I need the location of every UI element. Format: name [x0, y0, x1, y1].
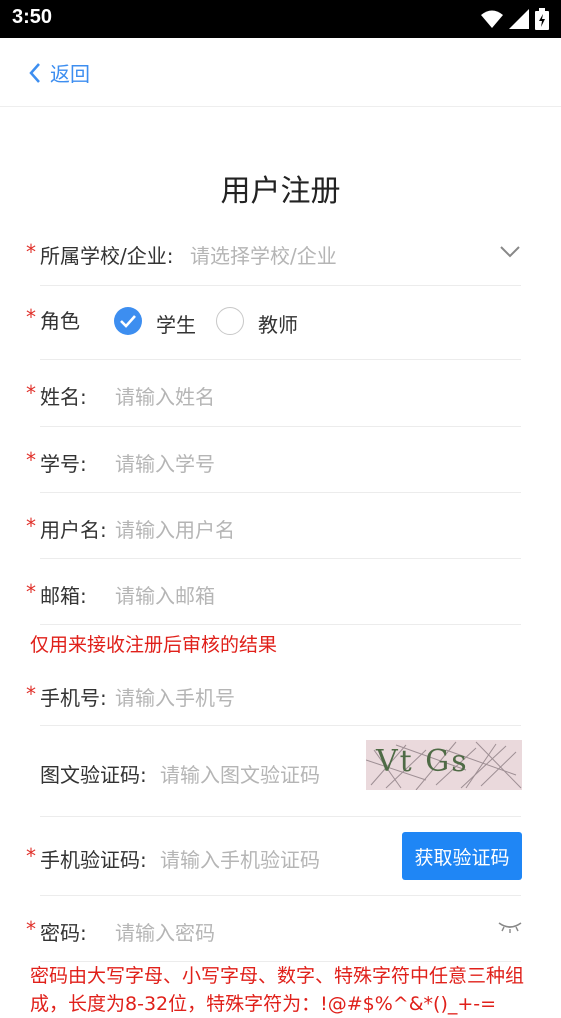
captcha-input[interactable]: 请输入图文验证码: [160, 759, 320, 788]
radio-student[interactable]: [114, 307, 142, 335]
captcha-label: 图文验证码:: [40, 763, 147, 787]
battery-icon: [535, 8, 549, 30]
nav-bar: 返回: [0, 38, 561, 107]
chevron-down-icon[interactable]: [500, 246, 520, 258]
signal-icon: [509, 9, 529, 29]
school-row[interactable]: * 所属学校/企业: 请选择学校/企业: [26, 228, 521, 286]
required-mark: *: [26, 682, 36, 706]
captcha-text: Vt Gs: [376, 744, 469, 779]
sms-code-row: * 手机验证码: 请输入手机验证码 获取验证码: [26, 816, 522, 896]
username-input[interactable]: 请输入用户名: [115, 514, 235, 543]
email-note: 仅用来接收注册后审核的结果: [30, 634, 278, 656]
back-label: 返回: [50, 62, 90, 86]
required-mark: *: [26, 514, 36, 538]
name-row: * 姓名: 请输入姓名: [26, 359, 521, 427]
wifi-icon: [481, 10, 503, 28]
name-label: 姓名:: [40, 385, 87, 409]
sms-code-label: 手机验证码:: [40, 848, 147, 872]
radio-teacher-label[interactable]: 教师: [258, 309, 298, 338]
get-code-button[interactable]: 获取验证码: [402, 832, 522, 880]
email-row: * 邮箱: 请输入邮箱: [26, 558, 521, 625]
email-input[interactable]: 请输入邮箱: [115, 580, 215, 609]
phone-label: 手机号:: [40, 686, 107, 710]
name-input[interactable]: 请输入姓名: [115, 381, 215, 410]
required-mark: *: [26, 844, 36, 868]
radio-teacher[interactable]: [216, 307, 244, 335]
school-label: 所属学校/企业:: [40, 244, 174, 268]
status-bar: 3:50: [0, 0, 561, 38]
required-mark: *: [26, 240, 36, 264]
radio-student-label[interactable]: 学生: [156, 309, 196, 338]
required-mark: *: [26, 381, 36, 405]
required-mark: *: [26, 917, 36, 941]
role-label: 角色: [40, 309, 80, 333]
status-time: 3:50: [12, 6, 53, 28]
password-label: 密码:: [40, 921, 87, 945]
check-icon: [120, 315, 136, 328]
sms-code-input[interactable]: 请输入手机验证码: [160, 844, 320, 873]
required-mark: *: [26, 580, 36, 604]
required-mark: *: [26, 448, 36, 472]
student-id-input[interactable]: 请输入学号: [115, 448, 215, 477]
password-input[interactable]: 请输入密码: [115, 917, 215, 946]
required-mark: *: [26, 305, 36, 329]
status-icons: [481, 8, 549, 30]
username-row: * 用户名: 请输入用户名: [26, 492, 521, 559]
back-button[interactable]: 返回: [28, 58, 90, 87]
captcha-row: 图文验证码: 请输入图文验证码 Vt Gs: [40, 725, 522, 817]
student-id-label: 学号:: [40, 452, 87, 476]
eye-closed-icon[interactable]: [498, 921, 522, 933]
phone-input[interactable]: 请输入手机号: [115, 682, 235, 711]
role-row: * 角色 学生 教师: [26, 285, 521, 360]
student-id-row: * 学号: 请输入学号: [26, 426, 521, 493]
page-title: 用户注册: [220, 174, 341, 209]
password-row: * 密码: 请输入密码: [26, 895, 522, 962]
captcha-image[interactable]: Vt Gs: [366, 740, 522, 790]
username-label: 用户名:: [40, 518, 107, 542]
email-label: 邮箱:: [40, 584, 87, 608]
school-select[interactable]: 请选择学校/企业: [190, 240, 337, 269]
phone-row: * 手机号: 请输入手机号: [26, 660, 521, 726]
password-note: 密码由大写字母、小写字母、数字、特殊字符中任意三种组成，长度为8-32位，特殊字…: [30, 965, 525, 1015]
chevron-left-icon: [29, 62, 40, 83]
